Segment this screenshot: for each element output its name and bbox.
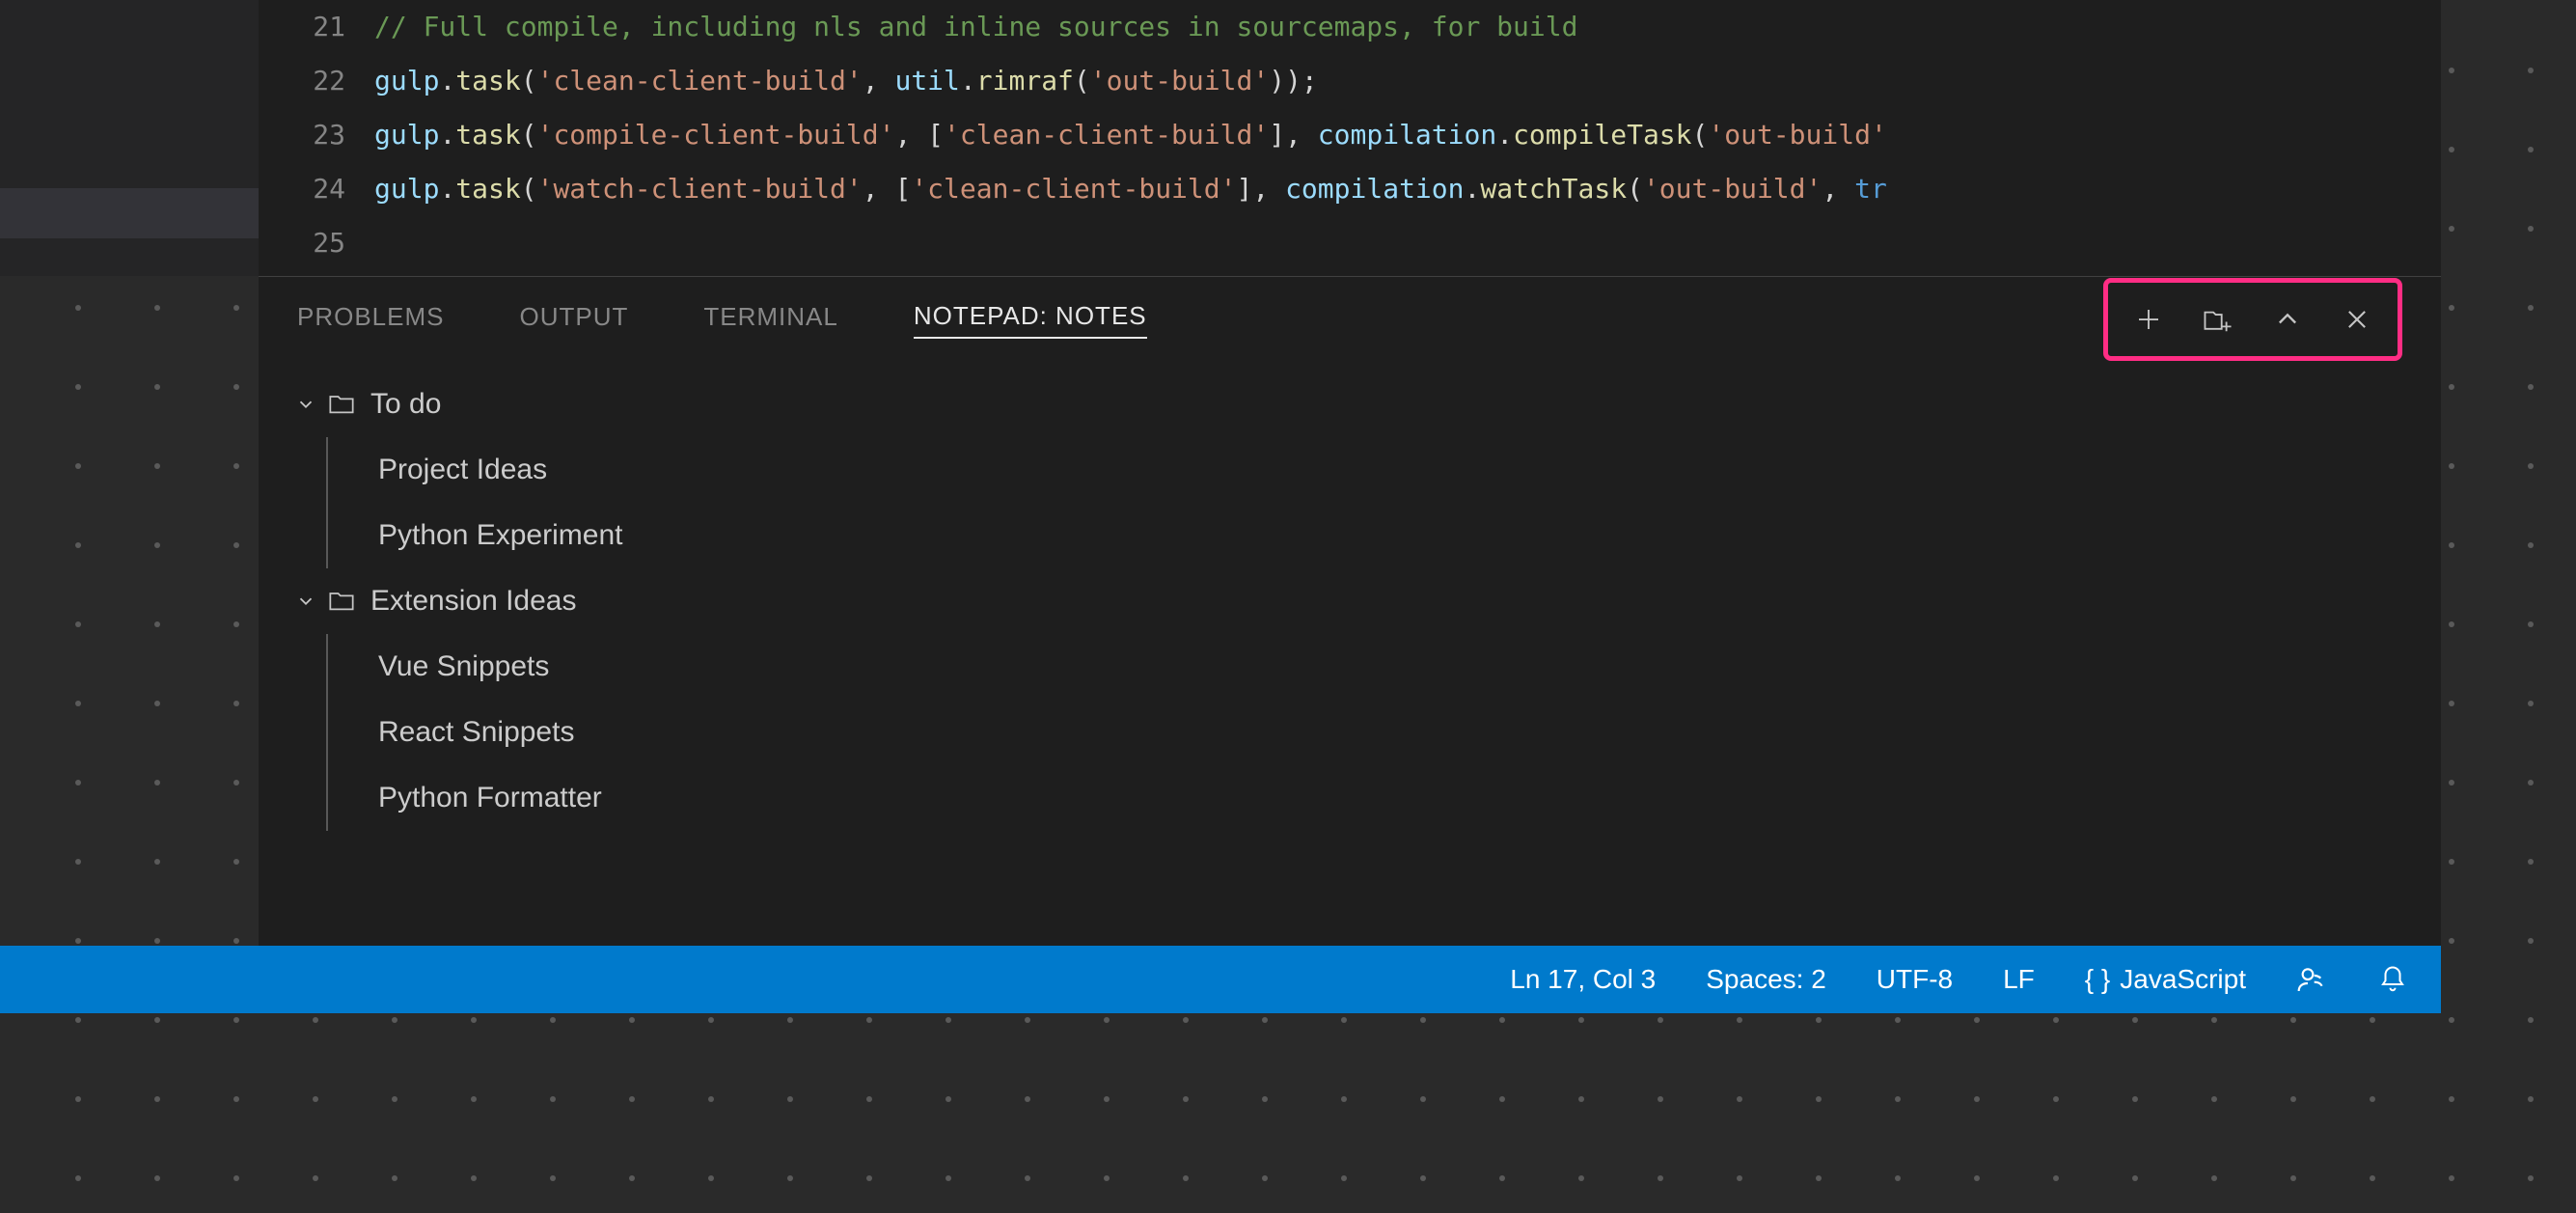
code-line[interactable]: gulp.task('clean-client-build', util.rim…	[374, 54, 2441, 108]
code-line[interactable]	[374, 216, 2441, 270]
tree-note-item[interactable]: React Snippets	[326, 700, 2412, 765]
line-number: 23	[259, 108, 345, 162]
chevron-down-icon	[293, 392, 318, 417]
editor-area: 212223242526 // Full compile, including …	[0, 0, 2441, 276]
code-line[interactable]: gulp.task('compile-client-build', ['clea…	[374, 108, 2441, 162]
feedback-icon[interactable]	[2296, 964, 2327, 995]
tree-note-item[interactable]: Vue Snippets	[326, 634, 2412, 700]
panel-tab-problems[interactable]: PROBLEMS	[297, 302, 445, 338]
panel-tab-notepad-notes[interactable]: NOTEPAD: NOTES	[914, 301, 1147, 339]
new-note-button[interactable]	[2133, 304, 2164, 335]
panel-tab-bar: PROBLEMS OUTPUT TERMINAL NOTEPAD: NOTES	[259, 277, 2441, 362]
close-panel-button[interactable]	[2342, 304, 2372, 335]
tree-folder[interactable]: Extension Ideas	[288, 568, 2412, 634]
line-number: 25	[259, 216, 345, 270]
panel-tab-terminal[interactable]: TERMINAL	[703, 302, 837, 338]
tree-folder[interactable]: To do	[288, 372, 2412, 437]
status-eol[interactable]: LF	[2003, 964, 2035, 995]
status-bar: Ln 17, Col 3 Spaces: 2 UTF-8 LF { } Java…	[0, 946, 2441, 1013]
status-language-mode[interactable]: { } JavaScript	[2085, 964, 2246, 995]
status-encoding[interactable]: UTF-8	[1877, 964, 1953, 995]
braces-icon: { }	[2085, 964, 2110, 995]
line-number: 21	[259, 0, 345, 54]
sidebar-selected-item[interactable]	[0, 188, 259, 238]
tree-note-item[interactable]: Project Ideas	[326, 437, 2412, 503]
new-folder-button[interactable]	[2203, 304, 2233, 335]
code-line[interactable]: gulp.task('watch-client-build', ['clean-…	[374, 162, 2441, 216]
chevron-down-icon	[293, 589, 318, 614]
status-language-label: JavaScript	[2120, 964, 2246, 995]
panel-tab-output[interactable]: OUTPUT	[520, 302, 629, 338]
line-number-gutter: 212223242526	[259, 0, 374, 276]
tree-folder-label: To do	[370, 388, 441, 421]
status-cursor-position[interactable]: Ln 17, Col 3	[1510, 964, 1656, 995]
code-line[interactable]: // Default	[374, 270, 2441, 276]
activity-sidebar	[0, 0, 259, 276]
panel-actions-highlighted	[2103, 278, 2402, 361]
tree-note-item[interactable]: Python Formatter	[326, 765, 2412, 831]
bottom-panel: PROBLEMS OUTPUT TERMINAL NOTEPAD: NOTES	[259, 276, 2441, 946]
notifications-icon[interactable]	[2377, 964, 2408, 995]
folder-icon	[328, 588, 355, 615]
code-content[interactable]: // Full compile, including nls and inlin…	[374, 0, 2441, 276]
folder-icon	[328, 391, 355, 418]
tree-folder-label: Extension Ideas	[370, 585, 576, 618]
status-indentation[interactable]: Spaces: 2	[1706, 964, 1826, 995]
code-editor[interactable]: 212223242526 // Full compile, including …	[259, 0, 2441, 276]
code-line[interactable]: // Full compile, including nls and inlin…	[374, 0, 2441, 54]
maximize-panel-button[interactable]	[2272, 304, 2303, 335]
tree-note-item[interactable]: Python Experiment	[326, 503, 2412, 568]
line-number: 24	[259, 162, 345, 216]
line-number: 26	[259, 270, 345, 276]
notepad-tree: To do Project IdeasPython Experiment Exte…	[259, 362, 2441, 946]
line-number: 22	[259, 54, 345, 108]
